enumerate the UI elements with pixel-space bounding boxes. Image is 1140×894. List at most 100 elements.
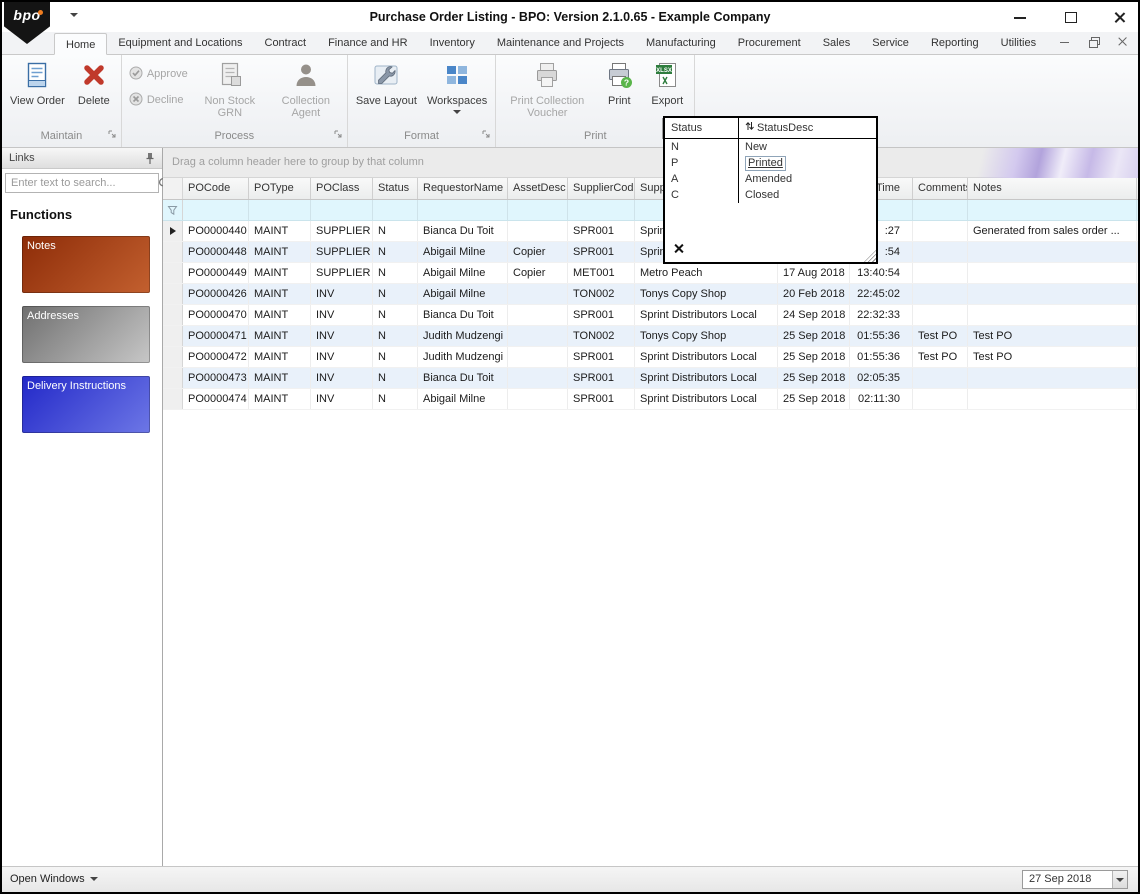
cell-status: N	[373, 305, 418, 325]
date-picker-dropdown-icon[interactable]	[1112, 871, 1127, 888]
mdi-minimize-icon[interactable]	[1059, 36, 1070, 47]
tab-reporting[interactable]: Reporting	[920, 32, 990, 54]
tab-equipment-and-locations[interactable]: Equipment and Locations	[107, 32, 253, 54]
decline-button[interactable]: Decline	[129, 91, 188, 109]
dialog-launcher-icon[interactable]	[482, 128, 490, 143]
tab-manufacturing[interactable]: Manufacturing	[635, 32, 727, 54]
filter-cell-potype[interactable]	[249, 200, 311, 220]
view-order-button[interactable]: View Order	[5, 57, 70, 129]
cell-notes	[968, 242, 1137, 262]
approve-button[interactable]: Approve	[129, 65, 188, 83]
cell-requestorname: Bianca Du Toit	[418, 368, 508, 388]
cell-assetdesc: Copier	[508, 263, 568, 283]
filter-cell-requestorname[interactable]	[418, 200, 508, 220]
grid-row-PO0000448[interactable]: PO0000448MAINTSUPPLIERNAbigail MilneCopi…	[163, 242, 1138, 263]
function-button-notes[interactable]: Notes	[22, 236, 150, 293]
close-icon[interactable]	[1112, 9, 1128, 25]
function-button-addresses[interactable]: Addresses	[22, 306, 150, 363]
tab-contract[interactable]: Contract	[254, 32, 318, 54]
maximize-icon[interactable]	[1062, 9, 1078, 25]
dialog-launcher-icon[interactable]	[108, 128, 116, 143]
grid-row-PO0000473[interactable]: PO0000473MAINTINVNBianca Du ToitSPR001Sp…	[163, 368, 1138, 389]
popup-column-status[interactable]: Status	[665, 118, 739, 138]
column-header-potype[interactable]: POType	[249, 178, 311, 199]
column-header-notes[interactable]: Notes	[968, 178, 1137, 199]
view-order-label: View Order	[10, 95, 65, 107]
filter-cell-comments[interactable]	[913, 200, 968, 220]
column-header-suppliercode[interactable]: SupplierCode	[568, 178, 635, 199]
mdi-restore-icon[interactable]	[1088, 36, 1099, 47]
cell-comments	[913, 221, 968, 241]
cell-assetdesc: Copier	[508, 242, 568, 262]
cell-potype: MAINT	[249, 284, 311, 304]
grid-row-PO0000426[interactable]: PO0000426MAINTINVNAbigail MilneTON002Ton…	[163, 284, 1138, 305]
cell-status: N	[373, 326, 418, 346]
grid-row-PO0000440[interactable]: PO0000440MAINTSUPPLIERNBianca Du ToitSPR…	[163, 221, 1138, 242]
tab-sales[interactable]: Sales	[812, 32, 862, 54]
column-header-poclass[interactable]: POClass	[311, 178, 373, 199]
print-collection-voucher-icon	[533, 61, 561, 92]
column-header-status[interactable]: Status	[373, 178, 418, 199]
tab-utilities[interactable]: Utilities	[990, 32, 1047, 54]
popup-column-statusdesc[interactable]: StatusDesc	[739, 118, 876, 138]
column-header-requestorname[interactable]: RequestorName	[418, 178, 508, 199]
search-input[interactable]	[6, 174, 158, 192]
print-button[interactable]: ? Print	[595, 57, 643, 129]
mdi-close-icon[interactable]	[1117, 36, 1128, 47]
grid-row-PO0000470[interactable]: PO0000470MAINTINVNBianca Du ToitSPR001Sp…	[163, 305, 1138, 326]
resize-grip[interactable]	[864, 250, 876, 262]
filter-cell-assetdesc[interactable]	[508, 200, 568, 220]
pin-icon[interactable]	[144, 152, 156, 172]
filter-cell-notes[interactable]	[968, 200, 1137, 220]
cell-poclass: INV	[311, 284, 373, 304]
tab-inventory[interactable]: Inventory	[419, 32, 486, 54]
tab-procurement[interactable]: Procurement	[727, 32, 812, 54]
cell-requestorname: Bianca Du Toit	[418, 221, 508, 241]
filter-cell-status[interactable]	[373, 200, 418, 220]
cell-notes	[968, 305, 1137, 325]
popup-row-n[interactable]: NNew	[665, 139, 876, 155]
tab-maintenance-and-projects[interactable]: Maintenance and Projects	[486, 32, 635, 54]
tab-service[interactable]: Service	[861, 32, 920, 54]
filter-cell-suppliercode[interactable]	[568, 200, 635, 220]
collection-agent-button[interactable]: Collection Agent	[268, 57, 344, 129]
cell-suppliercode: SPR001	[568, 221, 635, 241]
tab-finance-and-hr[interactable]: Finance and HR	[317, 32, 419, 54]
print-collection-voucher-button[interactable]: Print Collection Voucher	[499, 57, 595, 129]
svg-text:?: ?	[624, 78, 629, 88]
cell-suppliercode: SPR001	[568, 347, 635, 367]
tab-home[interactable]: Home	[54, 33, 107, 55]
grid-row-PO0000471[interactable]: PO0000471MAINTINVNJudith MudzengiTON002T…	[163, 326, 1138, 347]
cell-pocode: PO0000472	[183, 347, 249, 367]
non-stock-grn-button[interactable]: Non Stock GRN	[192, 57, 268, 129]
popup-row-p[interactable]: PPrinted	[665, 155, 876, 171]
column-header-comments[interactable]: Comments	[913, 178, 968, 199]
quick-access-dropdown-icon[interactable]	[70, 13, 78, 17]
group-label-process: Process	[214, 130, 254, 142]
column-header-assetdesc[interactable]: AssetDesc	[508, 178, 568, 199]
popup-row-c[interactable]: CClosed	[665, 187, 876, 203]
grid-row-PO0000449[interactable]: PO0000449MAINTSUPPLIERNAbigail MilneCopi…	[163, 263, 1138, 284]
delete-button[interactable]: Delete	[70, 57, 118, 129]
workspaces-button[interactable]: Workspaces	[422, 57, 492, 129]
filter-cell-poclass[interactable]	[311, 200, 373, 220]
links-panel: Links Functions NotesAddressesDelivery I…	[2, 148, 163, 866]
row-indicator	[163, 368, 183, 388]
column-header-pocode[interactable]: POCode	[183, 178, 249, 199]
popup-rows: NNewPPrintedAAmendedCClosed	[665, 139, 876, 203]
workspaces-dropdown-icon	[453, 110, 461, 114]
popup-row-a[interactable]: AAmended	[665, 171, 876, 187]
group-by-band[interactable]: Drag a column header here to group by th…	[163, 148, 1138, 178]
filter-cell-pocode[interactable]	[183, 200, 249, 220]
cell-orderdate: 25 Sep 2018	[778, 326, 850, 346]
dialog-launcher-icon[interactable]	[334, 128, 342, 143]
date-picker[interactable]: 27 Sep 2018	[1022, 870, 1128, 889]
function-button-delivery-instructions[interactable]: Delivery Instructions	[22, 376, 150, 433]
save-layout-button[interactable]: Save Layout	[351, 57, 422, 129]
cell-poclass: INV	[311, 347, 373, 367]
open-windows-button[interactable]: Open Windows	[10, 873, 98, 885]
clear-filter-icon[interactable]	[673, 243, 684, 254]
minimize-icon[interactable]	[1012, 9, 1028, 25]
grid-row-PO0000472[interactable]: PO0000472MAINTINVNJudith MudzengiSPR001S…	[163, 347, 1138, 368]
grid-row-PO0000474[interactable]: PO0000474MAINTINVNAbigail MilneSPR001Spr…	[163, 389, 1138, 410]
